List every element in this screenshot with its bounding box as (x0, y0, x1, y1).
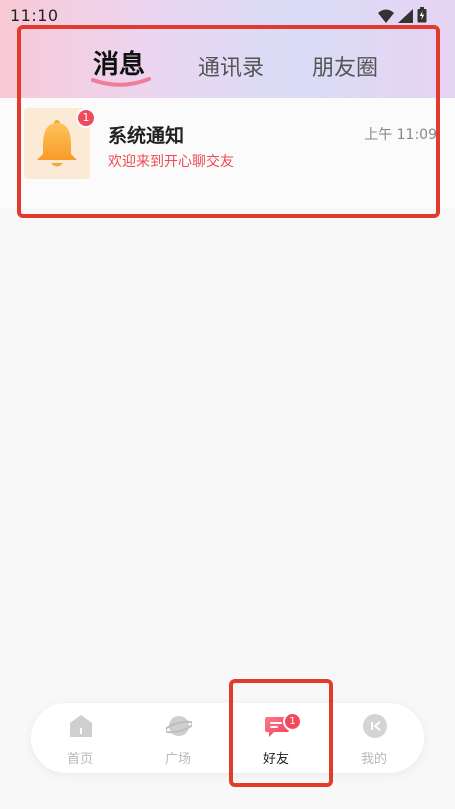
message-time: 上午 11:09 (364, 127, 437, 143)
signal-icon (398, 8, 413, 27)
status-icons (378, 7, 427, 27)
nav-item-mine[interactable]: 我的 (325, 703, 423, 773)
bottom-nav: 首页 广场 1 好友 我的 (31, 703, 424, 773)
home-icon (68, 713, 94, 739)
tab-moments[interactable]: 朋友圈 (312, 50, 378, 82)
nav-label-home: 首页 (66, 752, 93, 767)
tab-contacts-label: 通讯录 (198, 56, 265, 81)
top-tabs: 消息 通讯录 朋友圈 (0, 38, 455, 88)
message-item[interactable]: 1 系统通知 欢迎来到开心聊交友 上午 11:09 (22, 108, 437, 183)
message-preview: 欢迎来到开心聊交友 (108, 154, 234, 170)
profile-icon (362, 713, 388, 739)
nav-item-home[interactable]: 首页 (31, 703, 129, 773)
nav-label-friends: 好友 (262, 752, 289, 767)
tab-contacts[interactable]: 通讯录 (198, 50, 264, 82)
nav-item-friends[interactable]: 1 好友 (227, 703, 325, 773)
nav-label-mine: 我的 (360, 752, 387, 767)
status-bar: 11:10 (0, 0, 455, 32)
wifi-icon (378, 8, 394, 27)
battery-icon (417, 7, 427, 27)
tab-messages[interactable]: 消息 (91, 44, 151, 87)
planet-icon (164, 713, 194, 739)
friends-badge: 1 (283, 712, 302, 731)
tab-moments-label: 朋友圈 (312, 56, 379, 81)
nav-label-square: 广场 (164, 752, 191, 767)
unread-badge: 1 (76, 108, 96, 128)
status-time: 11:10 (10, 6, 59, 25)
message-title: 系统通知 (108, 125, 185, 147)
tab-messages-label: 消息 (93, 50, 146, 80)
nav-item-square[interactable]: 广场 (129, 703, 227, 773)
tab-active-indicator (91, 77, 151, 87)
